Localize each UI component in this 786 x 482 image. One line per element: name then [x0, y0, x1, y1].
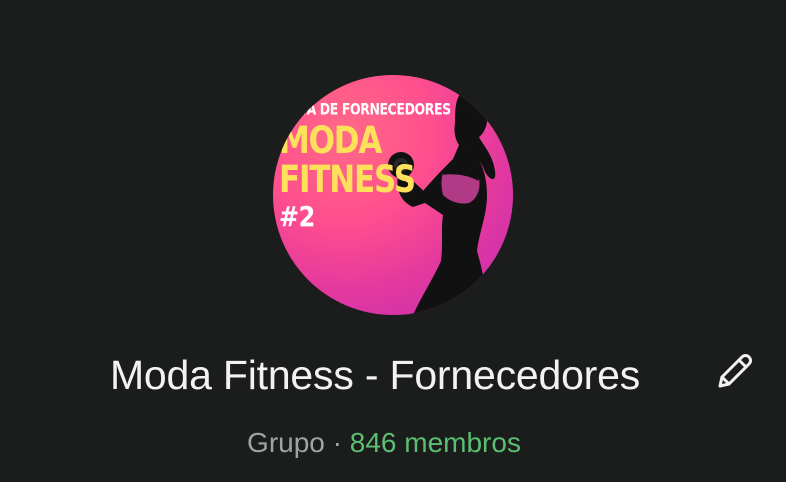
members-count[interactable]: 846 membros [350, 427, 521, 458]
avatar-subtitle: LISTA DE FORNECEDORES [279, 99, 451, 119]
avatar-number: #2 [279, 200, 315, 233]
pencil-icon[interactable] [712, 350, 756, 394]
avatar-title-line2: FITNESS [279, 157, 416, 202]
group-subtitle: Grupo · 846 membros [0, 427, 768, 459]
group-type: Grupo [247, 427, 325, 458]
group-name: Moda Fitness - Fornecedores [109, 352, 641, 398]
group-info-header: LISTA DE FORNECEDORES MODA FITNESS #2 Mo… [0, 0, 786, 482]
separator-dot: · [332, 427, 342, 458]
group-avatar[interactable]: LISTA DE FORNECEDORES MODA FITNESS #2 [273, 75, 513, 315]
avatar-text: LISTA DE FORNECEDORES MODA FITNESS #2 [279, 99, 454, 230]
avatar-title-line1: MODA [279, 118, 382, 163]
